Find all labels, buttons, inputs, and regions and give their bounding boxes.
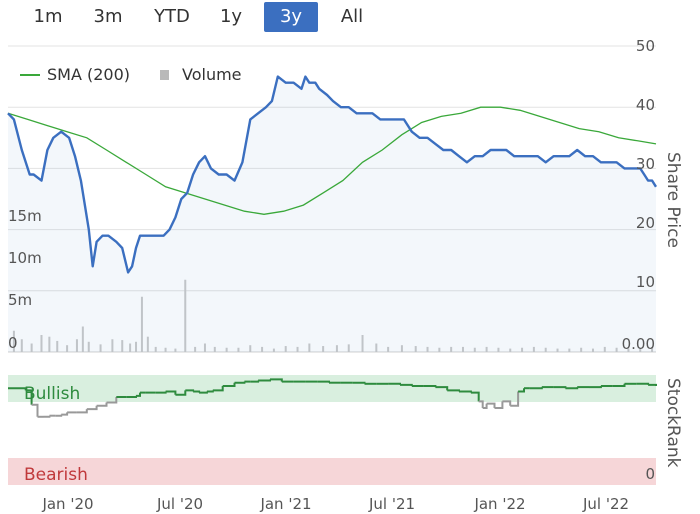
stockrank-segment <box>96 402 108 407</box>
x-tick-label: Jul '20 <box>156 495 203 513</box>
stockrank-segment <box>486 402 496 408</box>
stockrank-segment <box>199 391 208 394</box>
volume-legend-swatch <box>160 70 169 80</box>
stockrank-segment <box>86 405 98 411</box>
price-tick-label: 50 <box>636 37 655 55</box>
stockrank-segment <box>61 412 69 416</box>
stockrank-segment <box>206 390 214 393</box>
x-tick-label: Jul '22 <box>582 495 629 513</box>
stockrank-segment <box>317 380 330 383</box>
volume-tick-label: 0 <box>8 334 18 352</box>
stockrank-segment <box>43 415 51 418</box>
stockrank-segment <box>185 389 195 392</box>
stockrank-segment <box>31 403 39 417</box>
stockrank-segment <box>529 387 543 390</box>
sma-legend-label[interactable]: SMA (200) <box>47 65 130 84</box>
bearish-label: Bearish <box>24 465 88 485</box>
price-tick-label: 0.00 <box>622 335 655 353</box>
stockrank-segment <box>76 409 88 414</box>
stockrank-segment <box>636 382 650 385</box>
price-tick-label: 20 <box>636 214 655 232</box>
volume-tick-label: 10m <box>8 249 42 267</box>
stockrank-segment <box>400 383 413 386</box>
x-tick-label: Jan '21 <box>259 495 311 513</box>
share-price-axis-title: Share Price <box>663 152 683 248</box>
stockrank-segment <box>423 385 437 388</box>
stockrank-segment <box>459 390 472 393</box>
volume-tick-label: 15m <box>8 207 42 225</box>
x-tick-label: Jul '21 <box>368 495 415 513</box>
stockrank-segment <box>250 380 260 383</box>
volume-legend-label[interactable]: Volume <box>182 65 242 84</box>
stockrank-segment <box>126 395 137 398</box>
stockrank-segment <box>258 379 271 382</box>
stockrank-zero-tick: 0 <box>645 465 655 483</box>
bearish-band <box>8 458 656 485</box>
stockrank-segment <box>565 387 579 390</box>
x-axis: Jan '20 Jul '20 Jan '21 Jul '21 Jan '22 … <box>41 495 629 513</box>
stockrank-segment <box>648 383 657 386</box>
volume-tick-label: 5m <box>8 291 32 309</box>
stockrank-segment <box>447 389 460 392</box>
bullish-band <box>8 375 656 402</box>
stockrank-segment <box>234 381 246 384</box>
stockrank-segment <box>502 400 512 406</box>
stockrank-axis-title: StockRank <box>663 378 683 468</box>
x-tick-label: Jan '22 <box>473 495 525 513</box>
stockrank-segment <box>494 401 504 409</box>
share-price-chart: SMA (200) Volume 50 40 30 20 10 0.00 15m… <box>7 37 683 513</box>
stockrank-segment <box>388 382 401 385</box>
x-tick-label: Jan '20 <box>41 495 93 513</box>
stockrank-segment <box>352 381 366 384</box>
price-tick-label: 10 <box>636 273 655 291</box>
stockrank-segment <box>478 400 484 408</box>
stockrank-segment <box>553 386 567 389</box>
stockrank-segment <box>55 414 63 417</box>
price-tick-label: 40 <box>636 96 655 114</box>
stockrank-segment <box>193 390 201 393</box>
price-tick-label: 30 <box>636 155 655 173</box>
stockrank-segment <box>155 391 167 394</box>
stockrank-segment <box>589 386 602 389</box>
bullish-label: Bullish <box>24 384 80 404</box>
